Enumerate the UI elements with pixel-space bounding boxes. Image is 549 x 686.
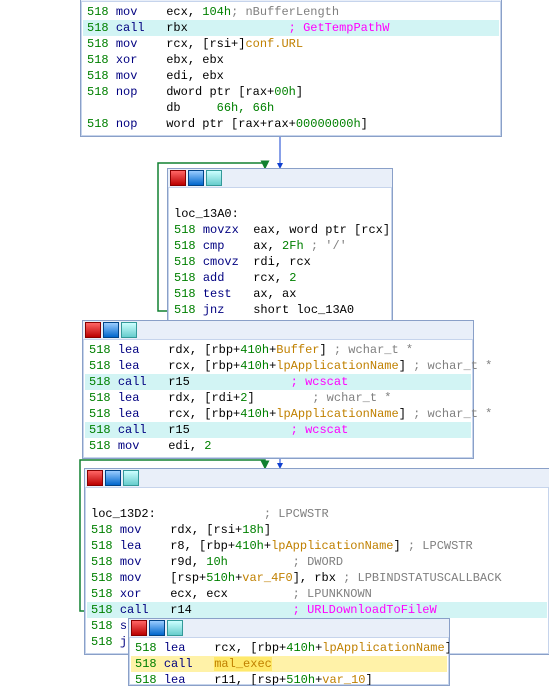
basic-block-1[interactable]: 518 mov ecx, 104h; nBufferLength518 call… [80,0,502,137]
titlebar-icon [85,322,101,338]
asm-row: 518 mov r9d, 10h ; DWORD [87,554,547,570]
asm-row: 518 jnz short loc_13A0 [170,302,390,318]
asm-row: 518 nop word ptr [rax+rax+00000000h] [83,116,499,132]
titlebar-icon [105,470,121,486]
asm-row: 518 movzx eax, word ptr [rcx] [170,222,390,238]
block-body: 518 lea rdx, [rbp+410h+Buffer] ; wchar_t… [83,340,473,458]
titlebar-icon [121,322,137,338]
asm-row: db 66h, 66h [83,100,499,116]
titlebar-icon [123,470,139,486]
basic-block-5[interactable]: 518 lea rcx, [rbp+410h+lpApplicationName… [128,618,450,686]
asm-row: 518 call mal_exec [131,656,447,672]
asm-row: 518 mov ecx, 104h; nBufferLength [83,4,499,20]
basic-block-3[interactable]: 518 lea rdx, [rbp+410h+Buffer] ; wchar_t… [82,320,474,459]
asm-row: 518 xor ecx, ecx ; LPUNKNOWN [87,586,547,602]
block-titlebar [85,469,549,488]
block-body: 518 mov ecx, 104h; nBufferLength518 call… [81,2,501,136]
titlebar-icon [87,470,103,486]
block-label: loc_13A0: [174,207,239,221]
asm-row: 518 lea rcx, [rbp+410h+lpApplicationName… [85,358,471,374]
titlebar-icon [167,620,183,636]
block-titlebar [83,321,473,340]
block-titlebar [168,169,392,188]
asm-row: 518 mov rdx, [rsi+18h] [87,522,547,538]
asm-row: 518 mov rcx, [rsi+]conf.URL [83,36,499,52]
asm-row: 518 call r14 ; URLDownloadToFileW [87,602,547,618]
asm-row: 518 call r15 ; wcscat [85,422,471,438]
block-body: loc_13A0: 518 movzx eax, word ptr [rcx]5… [168,188,392,322]
comment: ; LPCWSTR [264,507,329,521]
block-body: 518 lea rcx, [rbp+410h+lpApplicationName… [129,638,449,686]
asm-row: 518 nop dword ptr [rax+00h] [83,84,499,100]
titlebar-icon [149,620,165,636]
asm-row: 518 lea rdx, [rdi+2] ; wchar_t * [85,390,471,406]
block-titlebar [129,619,449,638]
asm-row: 518 mov edi, 2 [85,438,471,454]
titlebar-icon [188,170,204,186]
asm-row: 518 lea r8, [rbp+410h+lpApplicationName]… [87,538,547,554]
basic-block-2[interactable]: loc_13A0: 518 movzx eax, word ptr [rcx]5… [167,168,393,323]
asm-row: 518 add rcx, 2 [170,270,390,286]
asm-row: 518 lea rcx, [rbp+410h+lpApplicationName… [85,406,471,422]
asm-row: 518 cmovz rdi, rcx [170,254,390,270]
asm-row: 518 xor ebx, ebx [83,52,499,68]
titlebar-icon [103,322,119,338]
asm-row: 518 cmp ax, 2Fh ; '/' [170,238,390,254]
asm-row: 518 call r15 ; wcscat [85,374,471,390]
graph-canvas: 518 mov ecx, 104h; nBufferLength518 call… [0,0,549,666]
block-label: loc_13D2: [91,507,156,521]
asm-row: 518 mov [rsp+510h+var_4F0], rbx ; LPBIND… [87,570,547,586]
asm-row: 518 test ax, ax [170,286,390,302]
asm-row: 518 lea r11, [rsp+510h+var_10] [131,672,447,686]
asm-row: 518 lea rcx, [rbp+410h+lpApplicationName… [131,640,447,656]
asm-row: 518 mov edi, ebx [83,68,499,84]
titlebar-icon [131,620,147,636]
asm-row: 518 call rbx ; GetTempPathW [83,20,499,36]
titlebar-icon [206,170,222,186]
asm-row: 518 lea rdx, [rbp+410h+Buffer] ; wchar_t… [85,342,471,358]
titlebar-icon [170,170,186,186]
